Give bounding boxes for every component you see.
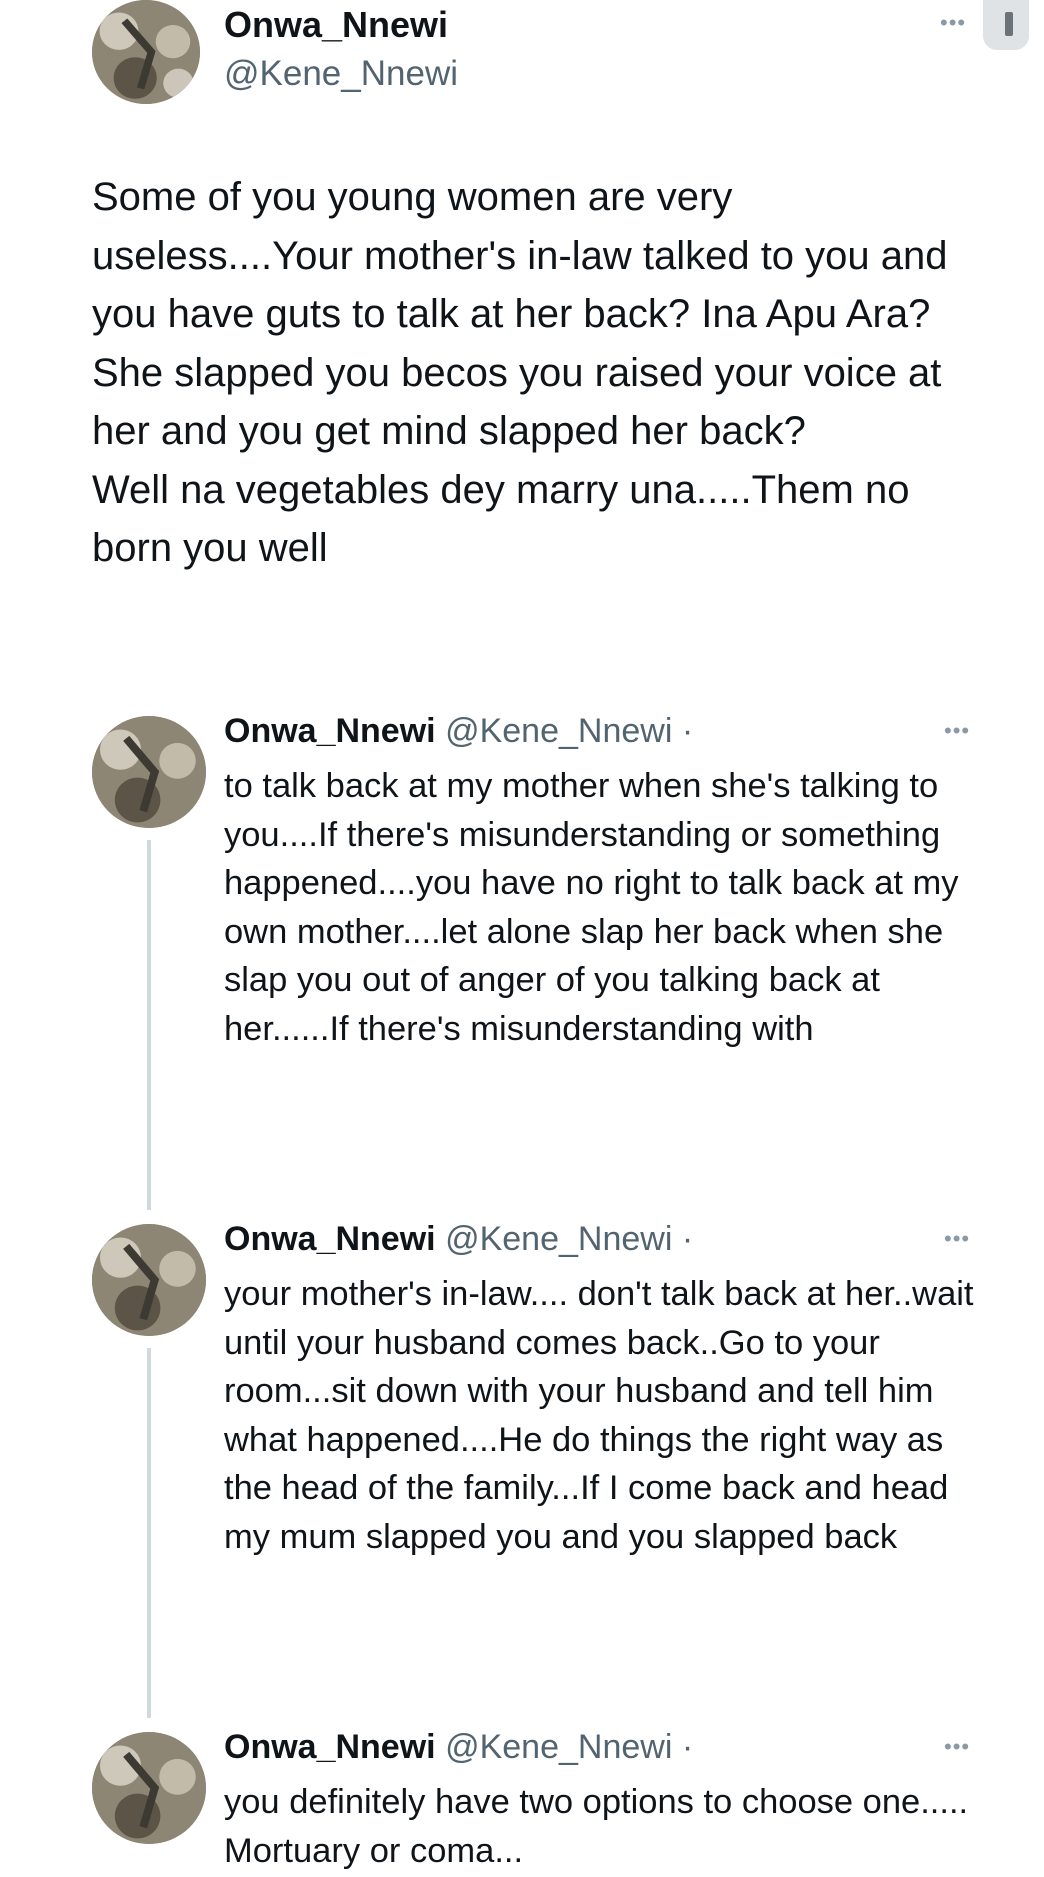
- reply-text: you definitely have two options to choos…: [224, 1783, 969, 1870]
- more-options-icon[interactable]: •••: [944, 720, 970, 742]
- reply-header: Onwa_Nnewi @Kene_Nnewi ·: [224, 1220, 693, 1259]
- tweet-text: Some of you young women are very useless…: [92, 175, 948, 570]
- scroll-handle-icon[interactable]: [983, 0, 1029, 50]
- reply-header: Onwa_Nnewi @Kene_Nnewi ·: [224, 712, 693, 751]
- more-options-icon[interactable]: •••: [940, 12, 966, 34]
- reply-display-name[interactable]: Onwa_Nnewi: [224, 1728, 436, 1766]
- thread-line: [147, 840, 151, 1210]
- reply-display-name[interactable]: Onwa_Nnewi: [224, 1220, 436, 1258]
- avatar[interactable]: [92, 0, 200, 104]
- avatar[interactable]: [92, 1732, 206, 1844]
- author-display-name[interactable]: Onwa_Nnewi: [224, 4, 448, 46]
- reply-text: to talk back at my mother when she's tal…: [224, 767, 959, 1048]
- avatar[interactable]: [92, 716, 206, 828]
- reply-display-name[interactable]: Onwa_Nnewi: [224, 712, 436, 750]
- reply-handle[interactable]: @Kene_Nnewi: [445, 1220, 672, 1258]
- author-handle[interactable]: @Kene_Nnewi: [224, 54, 458, 94]
- separator: ·: [681, 1728, 694, 1766]
- more-options-icon[interactable]: •••: [944, 1736, 970, 1758]
- reply-text: your mother's in-law.... don't talk back…: [224, 1275, 974, 1556]
- reply-handle[interactable]: @Kene_Nnewi: [445, 1728, 672, 1766]
- reply-header: Onwa_Nnewi @Kene_Nnewi ·: [224, 1728, 693, 1767]
- avatar[interactable]: [92, 1224, 206, 1336]
- separator: ·: [681, 712, 694, 750]
- separator: ·: [681, 1220, 694, 1258]
- more-options-icon[interactable]: •••: [944, 1228, 970, 1250]
- reply-handle[interactable]: @Kene_Nnewi: [445, 712, 672, 750]
- thread-line: [147, 1348, 151, 1718]
